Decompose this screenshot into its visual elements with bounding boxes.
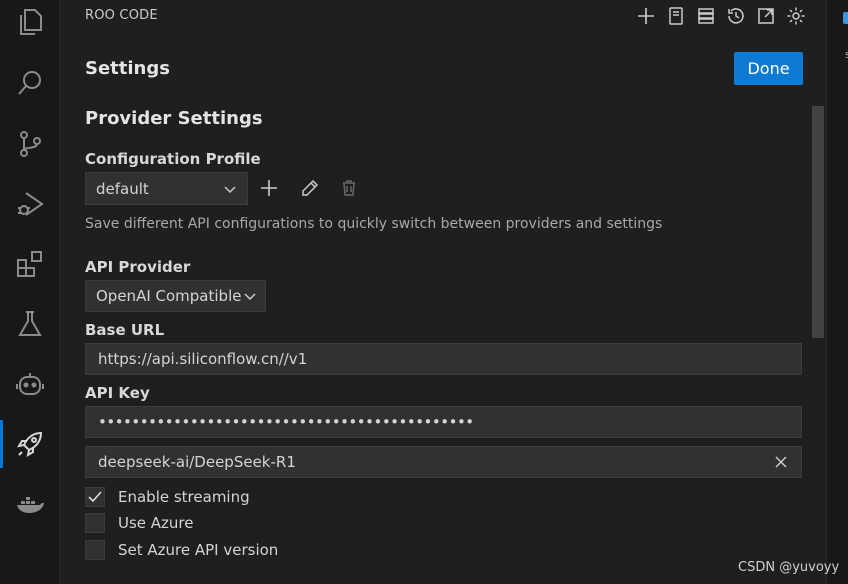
provider-settings-heading: Provider Settings [85, 108, 263, 129]
adjacent-editor-edge: s [826, 0, 848, 584]
api-provider-select[interactable]: OpenAI Compatible [85, 280, 266, 312]
api-key-value: ••••••••••••••••••••••••••••••••••••••••… [98, 413, 474, 431]
api-provider-label: API Provider [85, 258, 191, 276]
rename-profile-pencil-icon[interactable] [297, 175, 323, 201]
settings-title: Settings [85, 58, 170, 79]
base-url-input[interactable]: https://api.siliconflow.cn//v1 [85, 343, 802, 375]
config-profile-hint: Save different API configurations to qui… [85, 216, 663, 232]
roo-code-panel: ROO CODE Settings Done Provider Settings… [60, 0, 826, 584]
use-azure-label: Use Azure [118, 514, 194, 532]
prompts-icon[interactable] [664, 5, 688, 27]
run-debug-icon[interactable] [0, 174, 60, 234]
clear-icon[interactable] [773, 454, 789, 470]
azure-api-version-checkbox[interactable] [85, 540, 105, 560]
delete-profile-trash-icon[interactable] [336, 175, 362, 201]
enable-streaming-row[interactable]: Enable streaming [85, 487, 250, 507]
search-icon[interactable] [0, 53, 60, 113]
azure-api-version-label: Set Azure API version [118, 541, 279, 559]
explorer-icon[interactable] [0, 0, 60, 52]
api-provider-value: OpenAI Compatible [96, 287, 242, 305]
chevron-down-icon [244, 293, 256, 301]
done-button[interactable]: Done [734, 52, 803, 85]
use-azure-checkbox[interactable] [85, 513, 105, 533]
extensions-icon[interactable] [0, 234, 60, 294]
add-profile-icon[interactable] [256, 175, 282, 201]
copilot-icon[interactable] [0, 354, 60, 414]
panel-toolbar [634, 5, 808, 27]
model-id-input[interactable]: deepseek-ai/DeepSeek-R1 [85, 446, 802, 478]
mcp-servers-icon[interactable] [694, 5, 718, 27]
azure-api-version-row[interactable]: Set Azure API version [85, 540, 278, 560]
docker-icon[interactable] [0, 474, 60, 534]
panel-title: ROO CODE [85, 8, 158, 23]
config-profile-label: Configuration Profile [85, 150, 261, 168]
watermark: CSDN @yuvoyy [738, 560, 840, 575]
api-key-input[interactable]: ••••••••••••••••••••••••••••••••••••••••… [85, 406, 802, 438]
source-control-icon[interactable] [0, 114, 60, 174]
roo-code-rocket-icon[interactable] [0, 414, 60, 474]
config-profile-value: default [96, 179, 149, 198]
enable-streaming-checkbox[interactable] [85, 487, 105, 507]
model-id-value: deepseek-ai/DeepSeek-R1 [98, 453, 296, 471]
popout-icon[interactable] [754, 5, 778, 27]
use-azure-row[interactable]: Use Azure [85, 513, 194, 533]
gear-icon[interactable] [784, 5, 808, 27]
base-url-value: https://api.siliconflow.cn//v1 [98, 350, 308, 368]
plus-icon[interactable] [634, 5, 658, 27]
checkmark-icon [88, 491, 102, 503]
api-key-label: API Key [85, 384, 150, 402]
activity-bar [0, 0, 60, 584]
vertical-scrollbar[interactable] [812, 106, 824, 338]
history-icon[interactable] [724, 5, 748, 27]
tab-icon [843, 12, 848, 24]
testing-icon[interactable] [0, 294, 60, 354]
base-url-label: Base URL [85, 321, 165, 339]
config-profile-select[interactable]: default [85, 172, 248, 205]
enable-streaming-label: Enable streaming [118, 488, 250, 506]
chevron-down-icon [224, 185, 236, 193]
